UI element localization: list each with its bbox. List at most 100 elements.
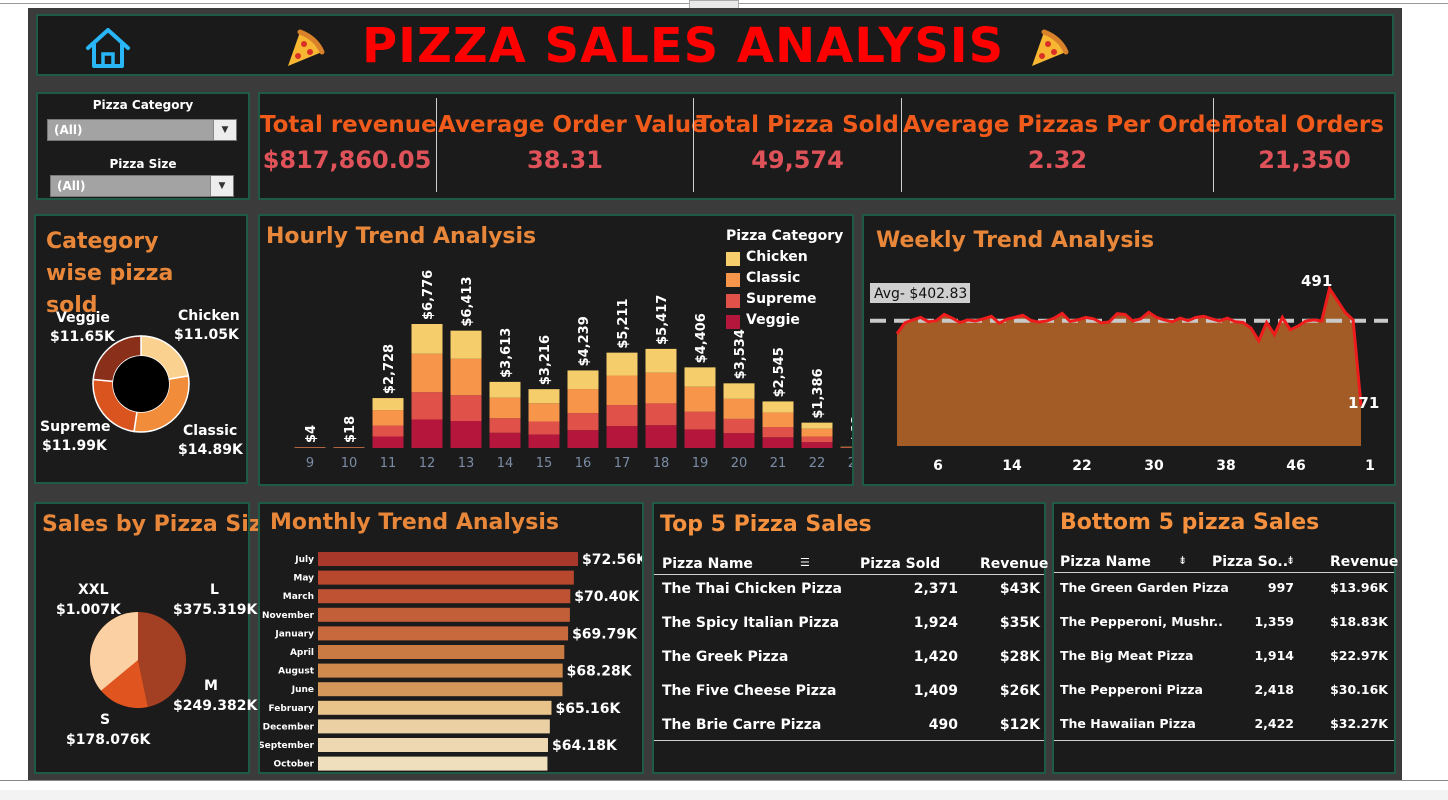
table-row[interactable]: The Brie Carre Pizza 490 $12K [654,717,1044,737]
column-header-revenue[interactable]: Revenue [980,556,1048,572]
bar-segment-supreme[interactable] [372,425,404,437]
bar-segment-chicken[interactable] [567,370,599,390]
category-filter-select[interactable]: (All) ▼ [47,119,237,141]
bar-segment-chicken[interactable] [723,383,755,399]
bar-november[interactable] [318,607,570,622]
bar-segment-chicken[interactable] [645,348,677,373]
bar-segment-veggie[interactable] [372,436,404,448]
donut-label-name: Supreme [40,419,111,435]
table-row[interactable]: The Green Garden Pizza 997 $13.96K [1054,580,1394,600]
sort-icon[interactable]: ⇟ [1178,554,1187,567]
size-pie-panel: Sales by Pizza Size XXL $1.007K L $375.3… [34,502,277,774]
bar-segment-veggie[interactable] [528,434,560,448]
bottom5-panel: Bottom 5 pizza Sales Pizza Name ⇟ Pizza … [1052,502,1398,774]
table-row[interactable]: The Spicy Italian Pizza 1,924 $35K [654,615,1044,635]
bar-january[interactable] [318,626,569,641]
pie-slice-l[interactable] [138,612,187,707]
bar-value-label: $64.18K [552,738,618,754]
bar-segment-supreme[interactable] [762,427,794,438]
x-tick-label: 20 [731,456,748,471]
bar-segment-veggie[interactable] [411,419,443,448]
chevron-down-icon[interactable]: ▼ [213,120,236,140]
home-icon[interactable] [84,26,132,70]
bar-segment-classic[interactable] [489,397,521,419]
sort-icon[interactable]: ☰ [800,556,810,569]
table-row[interactable]: The Hawaiian Pizza 2,422 $32.27K [1054,716,1394,736]
cell-pizza-sold: 1,409 [913,683,958,699]
bar-segment-veggie[interactable] [567,430,599,448]
bar-february[interactable] [318,700,552,715]
bar-segment-classic[interactable] [528,403,560,422]
table-row[interactable]: The Five Cheese Pizza 1,409 $26K [654,683,1044,703]
kpi-total-orders: Total Orders 21,350 [1215,94,1394,198]
bar-segment-veggie[interactable] [450,421,482,448]
bar-may[interactable] [318,570,574,585]
bar-august[interactable] [318,663,563,678]
bar-segment-supreme[interactable] [723,418,755,434]
bar-segment-veggie[interactable] [645,425,677,448]
bar-segment-chicken[interactable] [606,352,638,376]
bar-segment-classic[interactable] [645,372,677,404]
bar-march[interactable] [318,589,571,604]
bar-segment-supreme[interactable] [801,436,833,443]
y-tick-label: January [274,629,314,639]
table-row[interactable]: The Big Meat Pizza 1,914 $22.97K [1054,648,1394,668]
header-panel: PIZZA SALES ANALYSIS [36,14,1394,76]
table-row[interactable]: The Thai Chicken Pizza 2,371 $43K [654,581,1044,601]
bar-segment-veggie[interactable] [762,437,794,448]
bar-december[interactable] [318,719,550,734]
bar-segment-supreme[interactable] [606,405,638,427]
table-row[interactable]: The Pepperoni Pizza 2,418 $30.16K [1054,682,1394,702]
column-header-pizza-name[interactable]: Pizza Name [662,556,753,572]
bar-segment-classic[interactable] [723,398,755,419]
column-header-pizza-sold[interactable]: Pizza So.. [1212,554,1288,570]
bar-september[interactable] [318,738,548,752]
bar-segment-classic[interactable] [762,412,794,428]
bar-segment-supreme[interactable] [528,421,560,435]
bar-october[interactable] [318,756,548,771]
sort-icon[interactable]: ⇟ [1286,554,1295,567]
size-filter-select[interactable]: (All) ▼ [50,175,234,197]
column-header-revenue[interactable]: Revenue [1330,554,1398,570]
bar-segment-chicken[interactable] [411,324,443,354]
bar-segment-chicken[interactable] [528,389,560,404]
monthly-trend-panel: Monthly Trend Analysis July $72.56K May Mar… [258,502,644,774]
bar-segment-classic[interactable] [411,353,443,393]
column-header-pizza-name[interactable]: Pizza Name [1060,554,1151,570]
column-header-pizza-sold[interactable]: Pizza Sold [860,556,940,572]
bar-segment-veggie[interactable] [606,426,638,448]
bar-segment-supreme[interactable] [684,411,716,430]
bar-segment-supreme[interactable] [645,403,677,426]
bar-segment-supreme[interactable] [489,418,521,433]
bar-segment-chicken[interactable] [372,398,404,411]
bar-segment-veggie[interactable] [684,429,716,448]
bar-april[interactable] [318,645,565,659]
bar-segment-classic[interactable] [801,428,833,437]
bar-segment-supreme[interactable] [567,413,599,431]
bar-segment-classic[interactable] [684,386,716,412]
bar-segment-classic[interactable] [450,358,482,396]
chevron-down-icon[interactable]: ▼ [210,176,233,196]
bar-segment-supreme[interactable] [411,392,443,420]
bar-segment-supreme[interactable] [450,395,482,422]
bar-segment-classic[interactable] [372,410,404,426]
bar-segment-chicken[interactable] [489,381,521,398]
donut-label-value: $11.05K [174,327,239,343]
bar-segment-classic[interactable] [606,375,638,406]
bar-segment-chicken[interactable] [801,422,833,429]
bar-july[interactable] [318,552,578,566]
cell-pizza-name: The Pepperoni, Mushr.. [1060,614,1223,629]
table-row[interactable]: The Pepperoni, Mushr.. 1,359 $18.83K [1054,614,1394,634]
bar-segment-classic[interactable] [567,389,599,414]
bar-segment-veggie[interactable] [489,432,521,448]
bar-segment-chicken[interactable] [762,401,794,413]
cell-revenue: $13.96K [1330,580,1388,595]
bar-segment-chicken[interactable] [684,367,716,387]
y-tick-label: October [274,760,315,770]
bar-segment-veggie[interactable] [723,433,755,448]
bar-segment-veggie[interactable] [801,442,833,448]
bar-june[interactable] [318,682,563,697]
hourly-bar-chart: $4 9 $18 10 $2,728 11 $6,776 12 $6,413 13 $3,613 14… [294,270,852,471]
table-row[interactable]: The Greek Pizza 1,420 $28K [654,649,1044,669]
bar-segment-chicken[interactable] [450,330,482,359]
